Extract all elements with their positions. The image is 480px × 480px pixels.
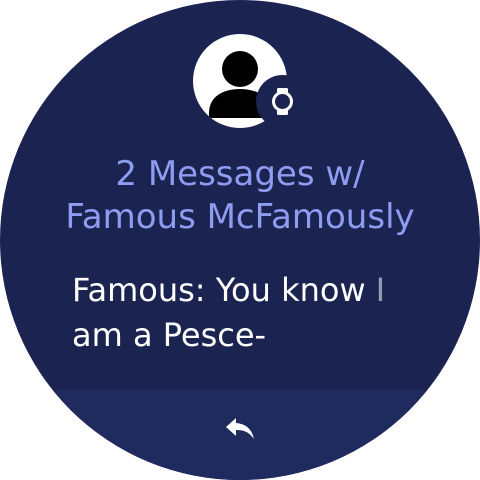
notification-title: 2 Messages w/ Famous McFamously (40, 153, 440, 239)
action-bar (0, 390, 480, 480)
app-badge (256, 75, 309, 128)
watch-icon (272, 88, 293, 115)
reply-arrow-icon (226, 418, 254, 439)
title-line-1: 2 Messages w/ (115, 154, 365, 194)
message-preview: Famous: You know I am a Pesce- (72, 268, 402, 364)
message-line-2: am a Pesce- (72, 316, 267, 354)
notification-card[interactable]: 2 Messages w/ Famous McFamously Famous: … (0, 0, 480, 480)
screen: 2 Messages w/ Famous McFamously Famous: … (0, 0, 480, 480)
title-line-2: Famous McFamously (65, 197, 415, 237)
reply-button[interactable] (216, 408, 264, 448)
message-line-1: Famous: You know I (72, 271, 386, 309)
